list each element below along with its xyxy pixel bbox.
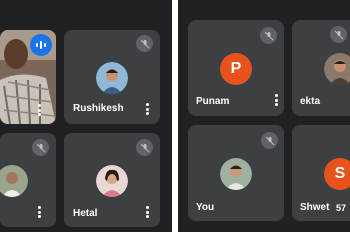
participant-tile-ekta[interactable]: ekta: [292, 20, 350, 116]
participant-name: Punam: [196, 96, 230, 107]
participant-name: Hetal: [73, 208, 98, 219]
participant-avatar: [96, 62, 128, 94]
participant-name: ekta: [300, 96, 321, 107]
participant-name: Shwet: [300, 202, 330, 213]
more-options-icon[interactable]: [34, 205, 44, 219]
mic-off-icon: [136, 139, 153, 156]
participant-tile-muted[interactable]: [0, 133, 56, 227]
mic-off-icon: [32, 139, 49, 156]
timer-text: 57: [336, 203, 347, 213]
speaking-indicator-icon: [30, 34, 52, 56]
meeting-screenshot: Rushikesh Hetal P Punam ekta You S Shwet…: [0, 0, 350, 250]
participant-tile-speaking[interactable]: [0, 30, 56, 124]
more-options-icon[interactable]: [142, 205, 152, 219]
participant-avatar: [96, 165, 128, 197]
participant-avatar: P: [220, 53, 252, 85]
mic-off-icon: [330, 26, 347, 43]
more-options-icon[interactable]: [142, 102, 152, 116]
mic-off-icon: [261, 132, 278, 149]
more-options-icon[interactable]: [271, 93, 281, 107]
mic-off-icon: [260, 27, 277, 44]
participant-avatar: [324, 53, 350, 85]
participant-tile-shwet[interactable]: S Shwet 57: [292, 125, 350, 221]
right-meeting-grid: P Punam ekta You S Shwet 57: [178, 0, 350, 232]
participant-tile-punam[interactable]: P Punam: [188, 20, 284, 116]
participant-avatar: S: [324, 158, 350, 190]
participant-name: You: [196, 202, 215, 213]
left-meeting-grid: Rushikesh Hetal: [0, 0, 172, 232]
participant-tile-you[interactable]: You: [188, 125, 284, 221]
more-options-icon[interactable]: [34, 103, 44, 117]
participant-tile-hetal[interactable]: Hetal: [64, 133, 160, 227]
mic-off-icon: [136, 35, 153, 52]
participant-avatar: [220, 158, 252, 190]
participant-tile-rushikesh[interactable]: Rushikesh: [64, 30, 160, 124]
participant-name: Rushikesh: [73, 103, 124, 114]
participant-avatar: [0, 165, 28, 197]
